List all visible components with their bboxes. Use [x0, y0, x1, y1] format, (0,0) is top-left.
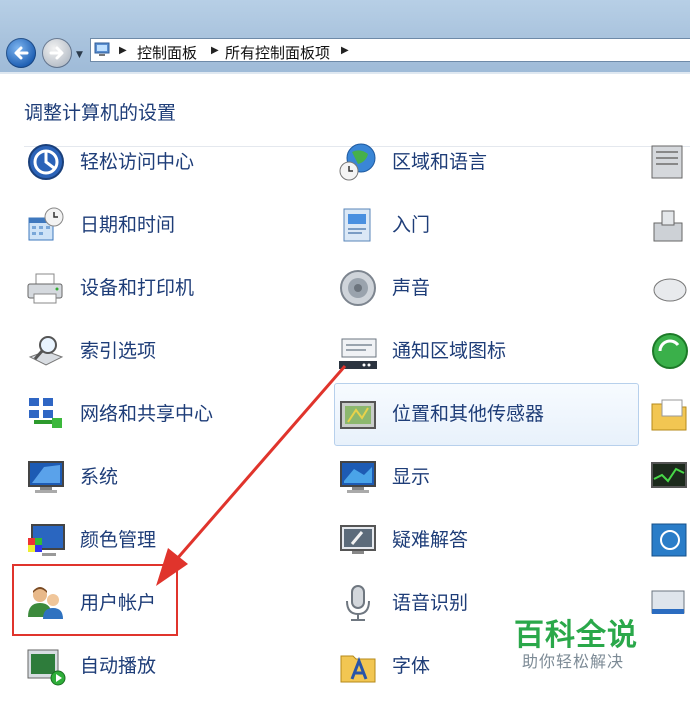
watermark-subtitle: 助你轻松解决: [522, 652, 625, 671]
annotation-arrow-icon: [156, 365, 347, 586]
